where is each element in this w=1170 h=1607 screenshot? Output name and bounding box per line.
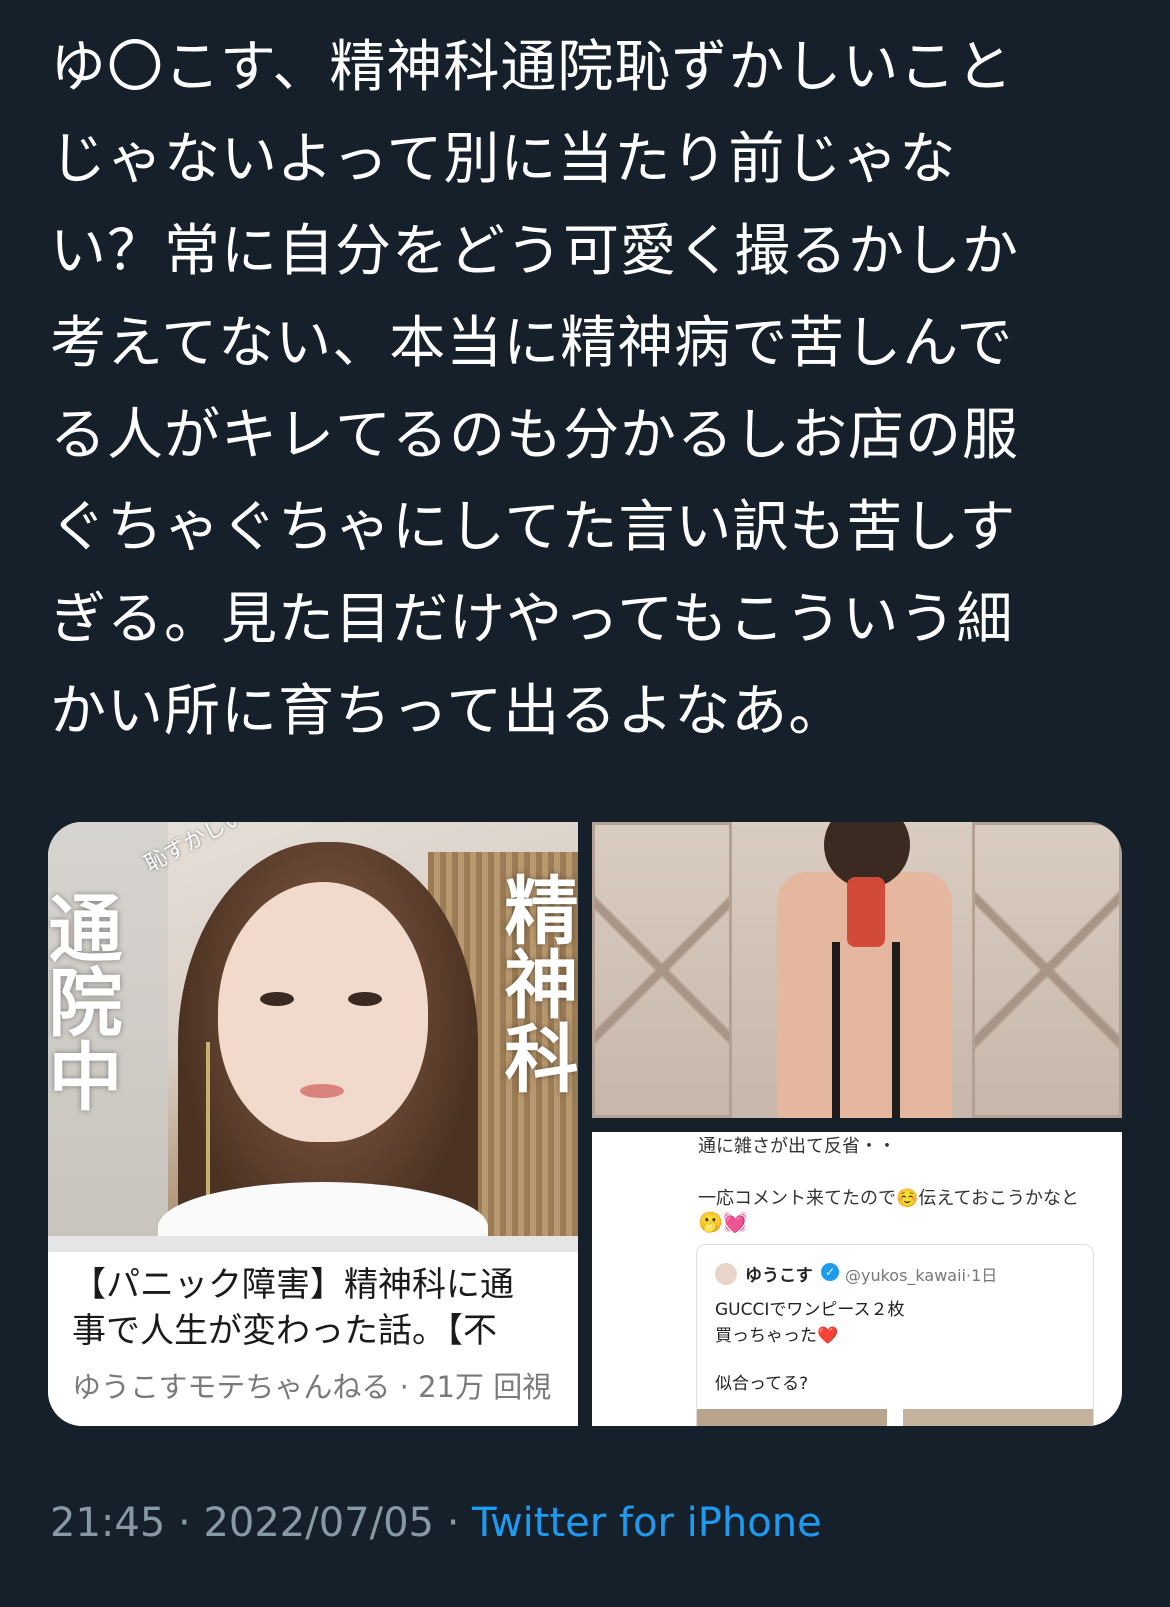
video-meta: ゆうこすモテちゃんねる · 21万 回視 (72, 1370, 552, 1404)
photo-door-right (972, 822, 1122, 1118)
avatar (715, 1263, 737, 1285)
meta-separator: · (165, 1500, 204, 1546)
thumb-eye-right (348, 992, 382, 1006)
verified-badge-icon: ✓ (821, 1263, 839, 1281)
media-grid[interactable]: 恥ずかしい事じゃ無いよ！ 通院中 精神科 【パニック障害】精神科に通 事で人生が… (48, 822, 1122, 1426)
thumb-bottom-bar (48, 1236, 578, 1252)
embedded-user-name: ゆうこす (745, 1266, 813, 1286)
tweet-text: ゆ〇こす、精神科通院恥ずかしいこと じゃないよって別に当たり前じゃな い？常に自… (50, 35, 1019, 744)
photo-zip-left (832, 942, 840, 1118)
embedded-post-line-1: GUCCIでワンピース２枚 (715, 1300, 905, 1320)
video-thumbnail[interactable]: 恥ずかしい事じゃ無いよ！ 通院中 精神科 (48, 822, 578, 1252)
screenshot-line-2: 一応コメント来てたので☺️伝えておこうかなと (698, 1188, 1079, 1209)
embedded-user-handle: @yukos_kawaii·1日 (845, 1266, 998, 1285)
thumb-lips (300, 1084, 344, 1098)
instagram-screenshot[interactable]: 通に雑さが出て反省・・ 一応コメント来てたので☺️伝えておこうかなと 🫢💓 ゆう… (592, 1132, 1122, 1426)
mirror-selfie-photo[interactable] (592, 822, 1122, 1118)
thumb-right-caption: 精神科 (492, 872, 578, 1094)
embedded-post-line-2: 買っちゃった❤️ (715, 1321, 838, 1346)
thumb-eye-left (260, 992, 294, 1006)
photo-phone (847, 877, 885, 947)
photo-zip-right (892, 942, 900, 1118)
embedded-post-line-3: 似合ってる? (715, 1374, 809, 1394)
media-divider-horizontal (592, 1118, 1122, 1132)
screenshot-emoji-row: 🫢💓 (698, 1210, 748, 1234)
screenshot-line-1: 通に雑さが出て反省・・ (698, 1136, 896, 1157)
meta-separator: · (433, 1500, 473, 1546)
thumb-face (218, 882, 428, 1142)
heart-icon: ❤️ (817, 1326, 839, 1346)
video-title[interactable]: 【パニック障害】精神科に通 事で人生が変わった話。【不 (72, 1262, 578, 1354)
tweet-time: 21:45 (50, 1500, 166, 1546)
embedded-post-image-strip (697, 1409, 1093, 1426)
tweet-date: 2022/07/05 (203, 1500, 434, 1546)
photo-door-left (592, 822, 732, 1118)
tweet-source-link[interactable]: Twitter for iPhone (472, 1500, 822, 1546)
embedded-post-line-2-text: 買っちゃった (715, 1326, 817, 1346)
youtube-link-card[interactable]: 恥ずかしい事じゃ無いよ！ 通院中 精神科 【パニック障害】精神科に通 事で人生が… (48, 822, 578, 1426)
embedded-post-card: ゆうこす ✓ @yukos_kawaii·1日 GUCCIでワンピース２枚 買っ… (696, 1244, 1094, 1426)
tweet-meta: 21:45 · 2022/07/05 · Twitter for iPhone (50, 1500, 822, 1546)
media-divider-vertical (578, 822, 592, 1426)
thumb-left-caption: 通院中 (48, 890, 122, 1112)
